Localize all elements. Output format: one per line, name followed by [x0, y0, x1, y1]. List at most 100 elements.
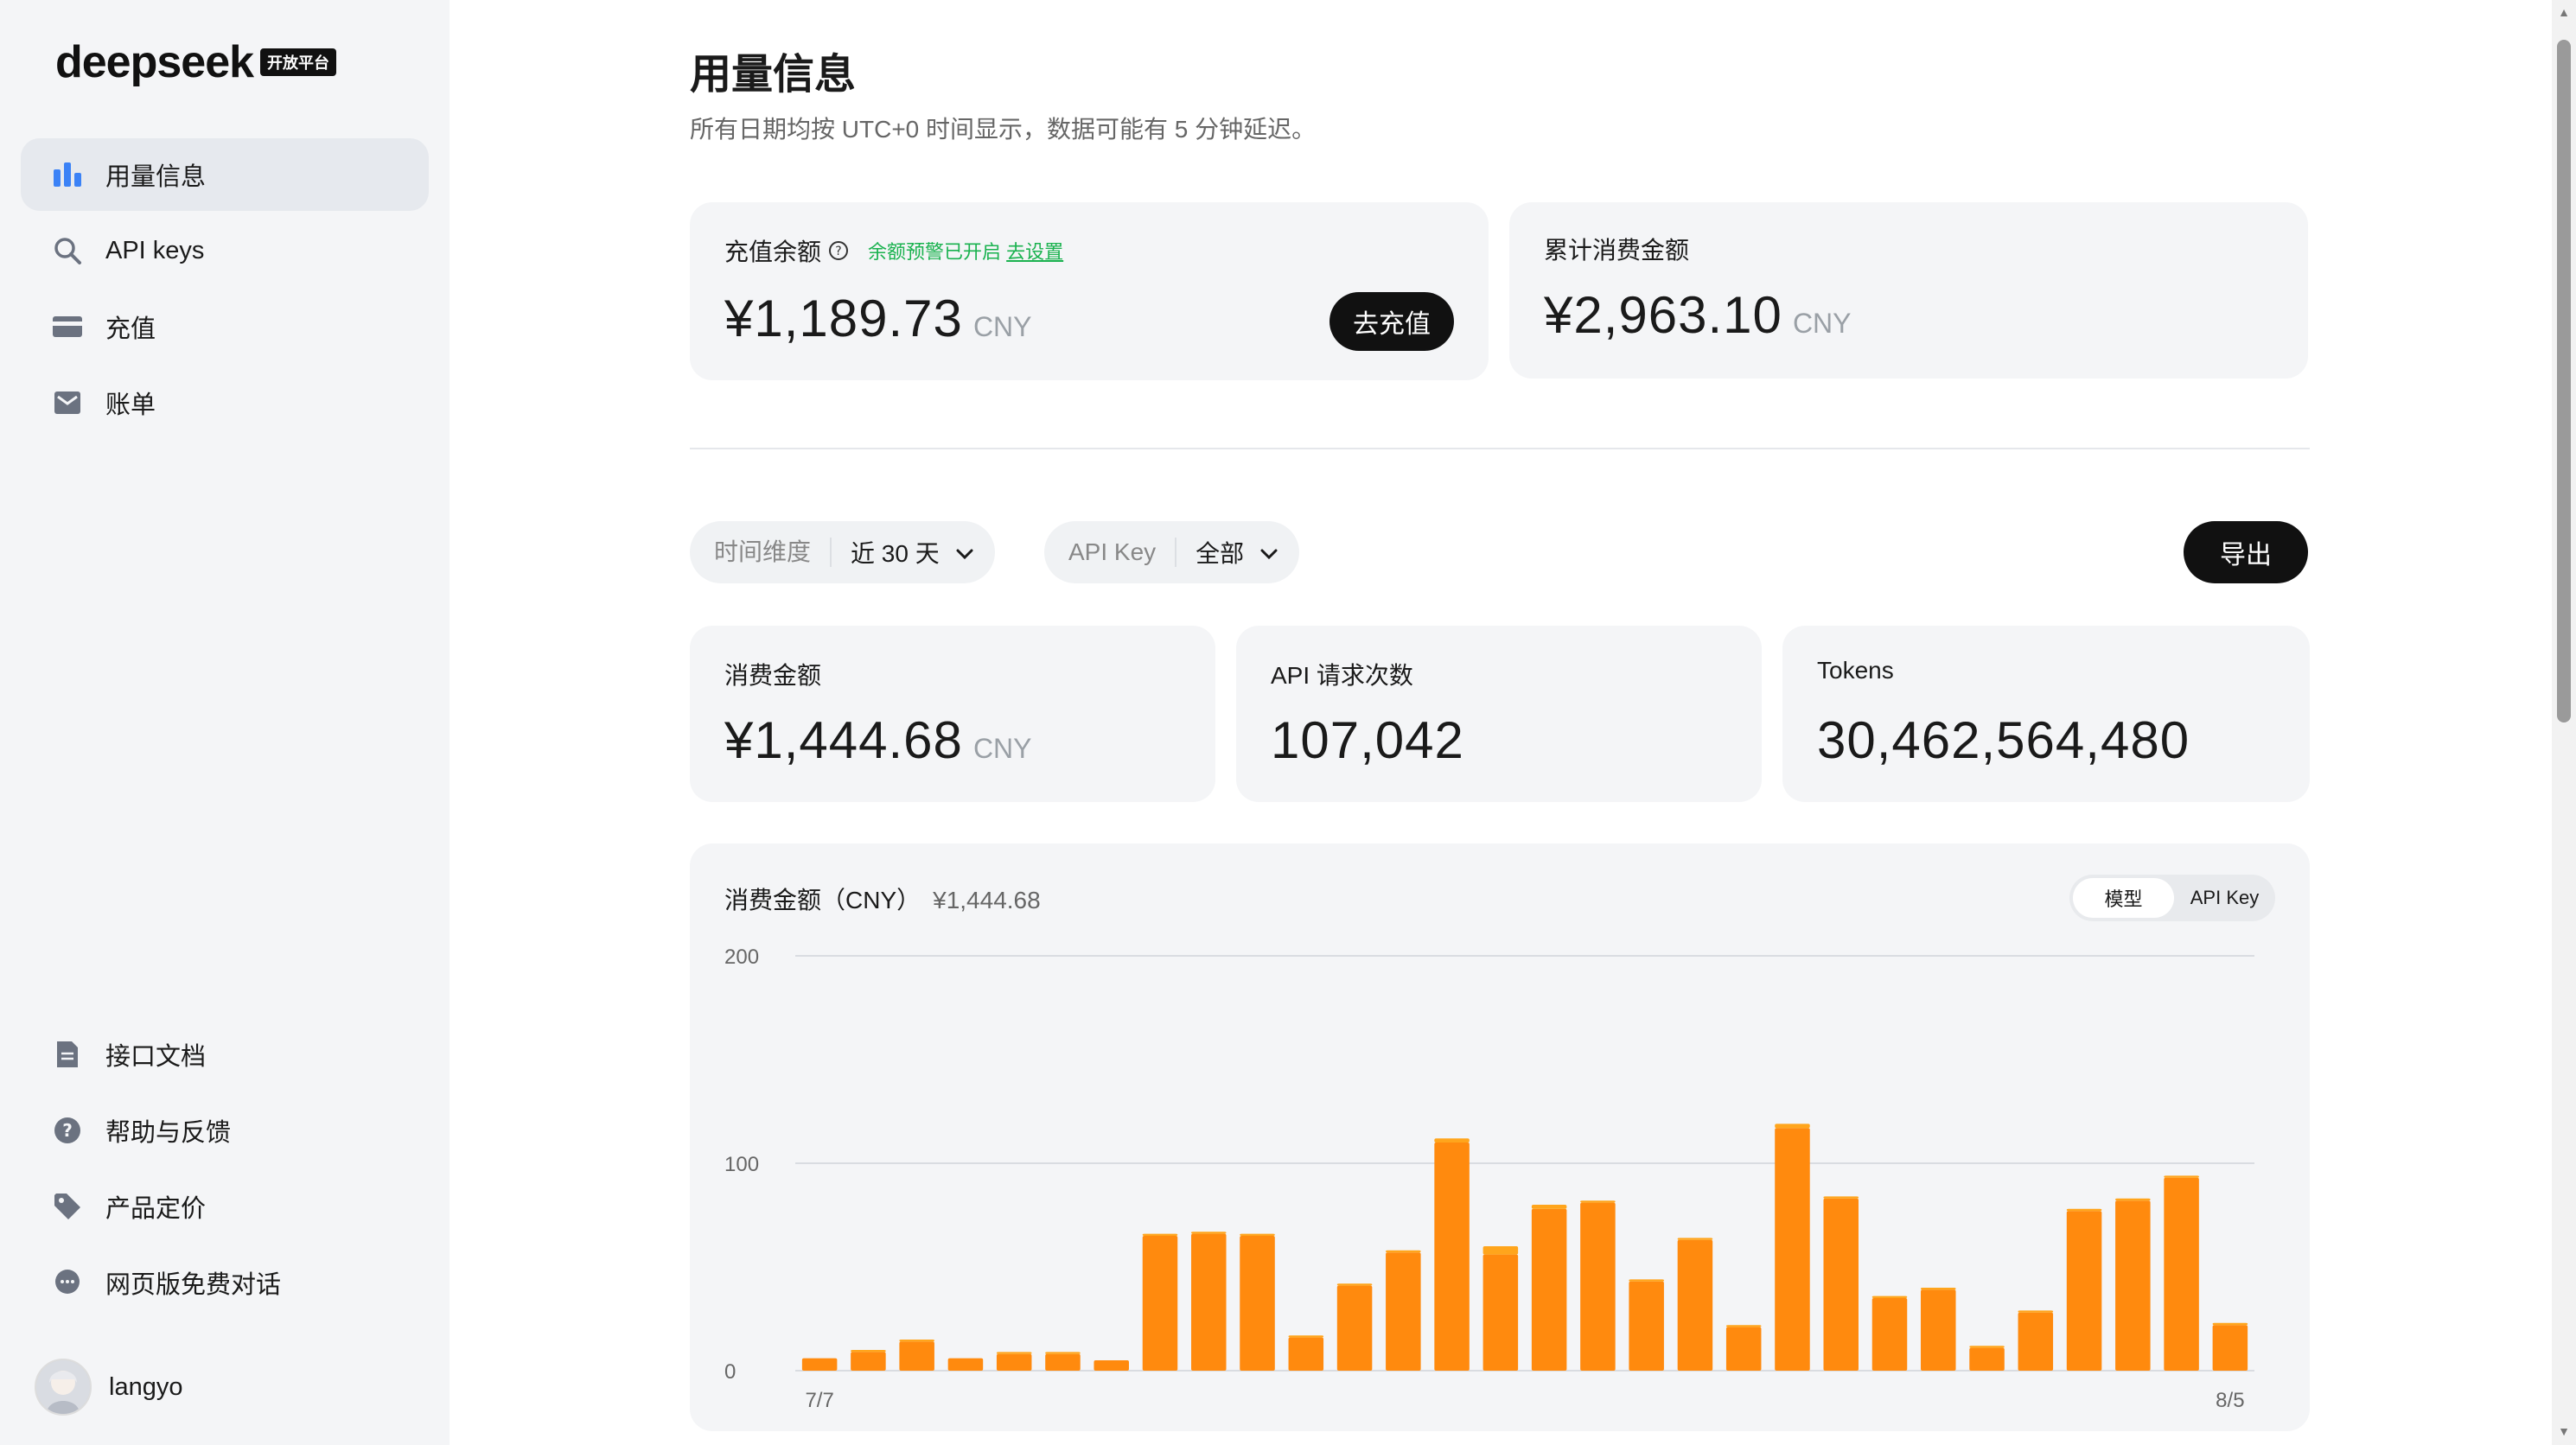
chevron-down-icon: [955, 538, 974, 566]
sidebar-item-label: 产品定价: [105, 1195, 207, 1223]
bill-icon: [50, 385, 85, 420]
bar-7/27-secondary: [1775, 1124, 1810, 1129]
tokens-stat-card: Tokens 30,462,564,480: [1782, 626, 2310, 802]
tokens-stat-label: Tokens: [1817, 657, 1894, 684]
bar-7/25-secondary: [1677, 1238, 1713, 1240]
bar-7/14-secondary: [1142, 1233, 1178, 1236]
y-tick-label: 0: [724, 1360, 736, 1384]
avatar: [35, 1359, 92, 1416]
spend-stat-value-row: ¥1,444.68 CNY: [724, 710, 1032, 770]
requests-stat-card: API 请求次数 107,042: [1236, 626, 1762, 802]
api-key-label: API Key: [1044, 538, 1177, 567]
chat-icon: [50, 1265, 85, 1300]
bar-7/9: [899, 1341, 934, 1371]
sidebar-item-label: API keys: [105, 236, 205, 264]
bar-8/5-secondary: [2212, 1322, 2248, 1326]
bar-7/23: [1580, 1202, 1616, 1371]
requests-stat-value: 107,042: [1271, 711, 1464, 769]
spend-stat-label: 消费金额: [724, 662, 822, 689]
bar-7/19: [1386, 1252, 1421, 1371]
bar-8/2: [2066, 1211, 2102, 1371]
wallet-icon: [50, 309, 85, 344]
sidebar-item-help[interactable]: ? 帮助与反馈: [21, 1094, 429, 1167]
balance-value-row: ¥1,189.73 CNY: [724, 289, 1032, 348]
bar-7/11-secondary: [996, 1352, 1032, 1354]
bar-8/1: [2018, 1312, 2054, 1371]
sidebar-item-recharge[interactable]: 充值: [21, 290, 429, 363]
price-tag-icon: [50, 1189, 85, 1224]
balance-value: ¥1,189.73: [724, 290, 963, 347]
logo-tag: 开放平台: [260, 48, 337, 76]
balance-card: 充值余额 ? 余额预警已开启 去设置 ¥1,189.73 CNY 去充值: [690, 202, 1489, 380]
bar-7/25: [1677, 1239, 1713, 1371]
total-spent-unit: CNY: [1792, 308, 1852, 339]
divider: [690, 448, 2310, 449]
bar-7/29-secondary: [1871, 1295, 1908, 1298]
bar-7/8-secondary: [851, 1350, 886, 1353]
sidebar-item-pricing[interactable]: 产品定价: [21, 1170, 429, 1243]
bar-7/8: [851, 1352, 886, 1371]
search-key-icon: [50, 233, 85, 268]
bar-chart-icon: [50, 157, 85, 192]
bar-7/28: [1823, 1198, 1859, 1371]
spend-chart-card: 消费金额（CNY） ¥1,444.68 模型 API Key 0 100 200 7/7…: [690, 843, 2310, 1431]
y-tick-label: 200: [724, 945, 759, 969]
bar-7/16-secondary: [1240, 1233, 1275, 1236]
bar-7/13: [1094, 1360, 1129, 1371]
svg-text:?: ?: [62, 1120, 73, 1141]
balance-alert-status: 余额预警已开启 去设置: [868, 237, 1063, 264]
api-key-select[interactable]: API Key 全部: [1044, 521, 1300, 583]
logo[interactable]: deepseek 开放平台: [55, 36, 337, 88]
time-range-value: 近 30 天: [851, 540, 940, 567]
bar-7/23-secondary: [1580, 1200, 1616, 1203]
bar-8/5: [2212, 1325, 2248, 1371]
sidebar-item-bills[interactable]: 账单: [21, 366, 429, 439]
balance-label: 充值余额: [724, 239, 822, 265]
balance-alert-link[interactable]: 去设置: [1006, 241, 1063, 263]
bar-7/22-secondary: [1531, 1205, 1567, 1209]
balance-label-row: 充值余额 ? 余额预警已开启 去设置: [724, 233, 1063, 268]
user-profile[interactable]: langyo: [35, 1359, 182, 1416]
sidebar-bottom-nav: 接口文档 ? 帮助与反馈 产品定价 网页版免费对话: [21, 1018, 429, 1322]
api-key-value: 全部: [1196, 540, 1245, 567]
sidebar-item-web-chat[interactable]: 网页版免费对话: [21, 1246, 429, 1319]
sidebar: deepseek 开放平台 用量信息 API keys 充值 账单 接口文档 ?…: [0, 0, 450, 1445]
bar-8/2-secondary: [2066, 1208, 2102, 1212]
bar-7/21-secondary: [1482, 1246, 1519, 1255]
sidebar-item-label: 接口文档: [105, 1043, 207, 1071]
bar-7/28-secondary: [1823, 1196, 1859, 1199]
bar-7/31: [1969, 1347, 2005, 1371]
sidebar-item-usage[interactable]: 用量信息: [21, 138, 429, 211]
bar-7/15: [1191, 1233, 1227, 1371]
bar-7/19-secondary: [1386, 1250, 1421, 1253]
tokens-stat-value: 30,462,564,480: [1817, 711, 2190, 769]
page-title: 用量信息: [690, 52, 857, 98]
scroll-up-icon[interactable]: ▲: [2557, 5, 2571, 21]
scrollbar[interactable]: ▲ ▼: [2552, 0, 2576, 1445]
recharge-button[interactable]: 去充值: [1329, 292, 1454, 351]
document-icon: [50, 1037, 85, 1072]
bar-7/24: [1629, 1281, 1664, 1371]
bar-8/1-secondary: [2018, 1310, 2054, 1313]
time-range-select[interactable]: 时间维度 近 30 天: [690, 521, 995, 583]
bar-7/21: [1482, 1254, 1519, 1371]
bar-7/16: [1240, 1236, 1275, 1371]
sidebar-item-label: 帮助与反馈: [105, 1119, 232, 1147]
balance-alert-text: 余额预警已开启: [868, 241, 1002, 263]
spend-stat-value: ¥1,444.68: [724, 711, 963, 769]
sidebar-item-docs[interactable]: 接口文档: [21, 1018, 429, 1091]
bar-7/31-secondary: [1969, 1346, 2005, 1348]
bar-7/29: [1871, 1298, 1908, 1371]
scroll-down-icon[interactable]: ▼: [2557, 1424, 2571, 1440]
bar-8/3-secondary: [2115, 1198, 2151, 1201]
sidebar-nav: 用量信息 API keys 充值 账单: [21, 138, 429, 442]
bar-8/3: [2115, 1200, 2151, 1371]
sidebar-item-label: 充值: [105, 315, 156, 343]
export-button[interactable]: 导出: [2184, 521, 2308, 583]
time-range-label: 时间维度: [690, 538, 832, 567]
page-subtitle: 所有日期均按 UTC+0 时间显示，数据可能有 5 分钟延迟。: [690, 116, 1317, 143]
bar-7/24-secondary: [1629, 1279, 1664, 1282]
sidebar-item-api-keys[interactable]: API keys: [21, 214, 429, 287]
scrollbar-thumb[interactable]: [2557, 40, 2571, 722]
help-circle-icon[interactable]: ?: [828, 240, 849, 261]
